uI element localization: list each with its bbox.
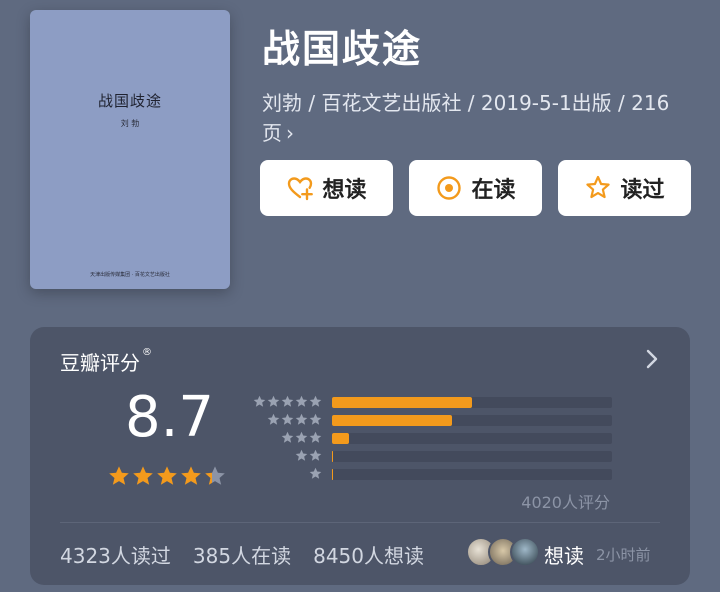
recent-avatars[interactable] bbox=[466, 537, 540, 567]
reading-label: 在读 bbox=[471, 178, 516, 203]
distribution-stars bbox=[252, 467, 322, 480]
star-icon bbox=[281, 431, 294, 443]
distribution-track bbox=[332, 397, 612, 408]
star-icon bbox=[267, 395, 280, 407]
chevron-right-icon[interactable] bbox=[644, 347, 660, 371]
distribution-stars bbox=[252, 449, 322, 462]
star-icon bbox=[295, 413, 308, 425]
activity-label: 想读 bbox=[544, 544, 584, 568]
cover-author: 刘 勃 bbox=[120, 119, 140, 128]
want-to-read-label: 想读 bbox=[322, 178, 367, 203]
rating-stars bbox=[108, 465, 226, 487]
circle-dot-icon bbox=[437, 176, 462, 200]
avatar[interactable] bbox=[510, 537, 540, 567]
rating-card[interactable]: 豆瓣评分 ® 8.7 4020人评分 4323人读过 385人在读 8450人想读… bbox=[30, 327, 690, 585]
reader-stats: 4323人读过 385人在读 8450人想读 bbox=[60, 540, 424, 569]
want-count[interactable]: 8450人想读 bbox=[313, 540, 424, 569]
distribution-track bbox=[332, 415, 612, 426]
distribution-stars bbox=[252, 413, 322, 426]
distribution-bar bbox=[332, 415, 453, 426]
have-read-button[interactable]: 读过 bbox=[558, 160, 691, 216]
star-icon bbox=[309, 431, 322, 443]
distribution-stars bbox=[252, 395, 322, 408]
heart-plus-icon bbox=[288, 177, 314, 201]
registered-mark: ® bbox=[142, 347, 152, 358]
star-icon bbox=[295, 395, 308, 407]
distribution-track bbox=[332, 451, 612, 462]
activity-time: 2小时前 bbox=[596, 546, 651, 564]
star-icon bbox=[295, 431, 308, 443]
star-icon bbox=[205, 466, 225, 485]
distribution-stars bbox=[252, 431, 322, 444]
star-icon bbox=[281, 395, 294, 407]
star-icon bbox=[109, 466, 129, 485]
book-cover[interactable]: 战国歧途 刘 勃 天津出版传媒集团 · 百花文艺出版社 bbox=[30, 10, 230, 289]
rating-score: 8.7 bbox=[125, 385, 215, 450]
distribution-bar bbox=[332, 469, 334, 480]
chevron-right-icon[interactable]: › bbox=[286, 121, 294, 145]
cover-title: 战国歧途 bbox=[97, 92, 162, 110]
star-icon bbox=[309, 467, 322, 479]
have-read-label: 读过 bbox=[620, 178, 665, 203]
star-icon bbox=[267, 413, 280, 425]
read-count[interactable]: 4323人读过 bbox=[60, 540, 171, 569]
star-icon bbox=[295, 449, 308, 461]
distribution-bar bbox=[332, 397, 472, 408]
star-icon bbox=[309, 395, 322, 407]
star-icon bbox=[253, 395, 266, 407]
distribution-track bbox=[332, 469, 612, 480]
distribution-bar bbox=[332, 433, 349, 444]
distribution-bar bbox=[332, 451, 334, 462]
star-icon bbox=[133, 466, 153, 485]
action-buttons: 想读 在读 读过 bbox=[260, 160, 691, 216]
rating-title-text: 豆瓣评分 bbox=[60, 351, 140, 375]
book-meta-text[interactable]: 刘勃 / 百花文艺出版社 / 2019-5-1出版 / 216页 bbox=[262, 91, 669, 145]
rating-count: 4020人评分 bbox=[521, 493, 610, 512]
star-icon bbox=[157, 466, 177, 485]
star-icon bbox=[181, 466, 201, 485]
reading-count[interactable]: 385人在读 bbox=[193, 540, 291, 569]
star-icon bbox=[309, 413, 322, 425]
book-meta[interactable]: 刘勃 / 百花文艺出版社 / 2019-5-1出版 / 216页 › bbox=[262, 88, 692, 148]
reading-button[interactable]: 在读 bbox=[409, 160, 542, 216]
star-icon bbox=[309, 449, 322, 461]
book-title: 战国歧途 bbox=[262, 27, 423, 71]
star-outline-icon bbox=[586, 175, 611, 199]
cover-publisher: 天津出版传媒集团 · 百花文艺出版社 bbox=[90, 272, 170, 278]
star-icon bbox=[281, 413, 294, 425]
want-to-read-button[interactable]: 想读 bbox=[260, 160, 393, 216]
rating-title: 豆瓣评分 ® bbox=[60, 347, 152, 376]
distribution-track bbox=[332, 433, 612, 444]
divider bbox=[60, 522, 660, 523]
